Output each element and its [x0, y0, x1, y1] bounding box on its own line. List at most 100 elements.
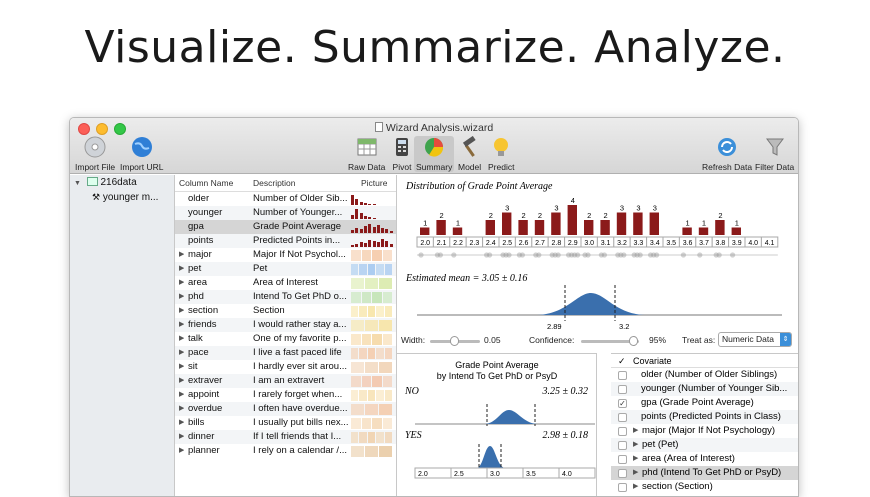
treat-as-select[interactable]: Numeric Data ⇕ [718, 332, 792, 347]
covariate-item[interactable]: ▶ phd (Intend To Get PhD or PsyD) [611, 466, 798, 480]
covariate-checkbox[interactable] [618, 427, 627, 436]
disclosure-icon[interactable]: ▶ [179, 416, 184, 430]
table-row[interactable]: gpa Grade Point Average [175, 220, 396, 234]
covariate-item[interactable]: older (Number of Older Siblings) [611, 368, 798, 382]
disclosure-icon[interactable]: ▶ [179, 262, 184, 276]
table-row[interactable]: ▶ area Area of Interest [175, 276, 396, 290]
disclosure-icon[interactable]: ▶ [633, 480, 638, 494]
axis-tick-label: 3.7 [699, 240, 709, 247]
histogram-bar [567, 205, 577, 235]
disclosure-icon[interactable]: ▶ [179, 346, 184, 360]
raw-data-button[interactable]: Raw Data [348, 136, 385, 172]
disclosure-icon[interactable]: ▶ [179, 374, 184, 388]
sparkline-thumbnail [351, 362, 395, 373]
disclosure-icon[interactable]: ▶ [633, 466, 638, 480]
table-row[interactable]: ▶ phd Intend To Get PhD o... [175, 290, 396, 304]
table-row[interactable]: ▶ appoint I rarely forget when... [175, 388, 396, 402]
header-picture[interactable]: Picture [361, 175, 387, 192]
table-row[interactable]: ▶ overdue I often have overdue... [175, 402, 396, 416]
confidence-slider-thumb[interactable] [629, 336, 638, 346]
table-row[interactable]: ▶ pace I live a fast paced life [175, 346, 396, 360]
table-row[interactable]: ▶ sit I hardly ever sit arou... [175, 360, 396, 374]
sparkline-thumbnail [351, 432, 395, 443]
disclosure-icon[interactable]: ▶ [179, 332, 184, 346]
refresh-data-button[interactable]: Refresh Data [702, 136, 752, 172]
table-row[interactable]: younger Number of Younger... [175, 206, 396, 220]
disclosure-icon[interactable]: ▶ [633, 452, 638, 466]
controls-bar: Width: 0.05 Confidence: 95% Treat as: Nu… [397, 332, 798, 350]
disclosure-icon[interactable]: ▶ [179, 360, 184, 374]
predict-button[interactable]: Predict [488, 136, 514, 172]
split-axis-tick-label: 3.0 [490, 471, 500, 478]
sparkline-thumbnail [351, 222, 395, 233]
histogram-bar [633, 212, 643, 235]
covariate-checkbox[interactable] [618, 455, 627, 464]
import-url-label: Import URL [120, 162, 164, 172]
import-file-button[interactable]: Import File [75, 136, 115, 172]
covariate-item[interactable]: ✓ gpa (Grade Point Average) [611, 396, 798, 410]
table-row[interactable]: ▶ pet Pet [175, 262, 396, 276]
disclosure-icon[interactable]: ▶ [179, 430, 184, 444]
table-row[interactable]: ▶ talk One of my favorite p... [175, 332, 396, 346]
pivot-button[interactable]: Pivot [391, 136, 413, 172]
disclosure-icon[interactable]: ▶ [179, 276, 184, 290]
disclosure-icon[interactable]: ▶ [179, 388, 184, 402]
table-row[interactable]: older Number of Older Sib... [175, 192, 396, 206]
bar-count-label: 2 [587, 211, 591, 220]
covariate-checkbox[interactable] [618, 413, 627, 422]
sparkline-thumbnail [351, 236, 395, 247]
covariate-item[interactable]: ▶ area (Area of Interest) [611, 452, 798, 466]
disclosure-icon[interactable]: ▶ [179, 318, 184, 332]
confidence-slider[interactable] [581, 336, 639, 346]
histogram-bar [502, 212, 512, 235]
disclosure-icon[interactable]: ▶ [633, 424, 638, 438]
disclosure-open-icon[interactable]: ▼ [74, 180, 81, 187]
column-name-cell: points [188, 235, 214, 246]
covariate-item[interactable]: ▶ pet (Pet) [611, 438, 798, 452]
covariate-item[interactable]: younger (Number of Younger Sib... [611, 382, 798, 396]
disclosure-icon[interactable]: ▶ [179, 248, 184, 262]
description-cell: Section [253, 305, 285, 316]
width-slider[interactable] [430, 336, 480, 346]
header-column-name[interactable]: Column Name [179, 175, 233, 192]
sidebar-dataset[interactable]: ▼ 216data [70, 176, 174, 190]
disclosure-icon[interactable]: ▶ [179, 304, 184, 318]
disclosure-icon[interactable]: ▶ [179, 290, 184, 304]
group-yes-density: 2.0 2.5 3.0 3.5 4.0 [414, 444, 596, 479]
covariate-header-label[interactable]: Covariate [633, 354, 672, 368]
columns-table: Column Name Description Picture older Num… [175, 175, 397, 496]
covariate-item[interactable]: ▶ section (Section) [611, 480, 798, 494]
covariate-checkbox[interactable] [618, 371, 627, 380]
width-slider-thumb[interactable] [450, 336, 459, 346]
table-row[interactable]: ▶ bills I usually put bills nex... [175, 416, 396, 430]
disclosure-icon[interactable]: ▶ [179, 402, 184, 416]
table-row[interactable]: ▶ major Major If Not Psychol... [175, 248, 396, 262]
covariate-item[interactable]: ▶ major (Major If Not Psychology) [611, 424, 798, 438]
sparkline-bar [389, 231, 393, 233]
sidebar-item-analysis[interactable]: ⚒ younger m... [70, 190, 174, 204]
sparkline-segment [379, 320, 392, 331]
covariate-item[interactable]: points (Predicted Points in Class) [611, 410, 798, 424]
covariate-checkbox[interactable] [618, 385, 627, 394]
covariate-checkbox[interactable] [618, 441, 627, 450]
model-button[interactable]: Model [458, 135, 481, 172]
table-row[interactable]: ▶ friends I would rather stay a... [175, 318, 396, 332]
summary-button[interactable]: Summary [414, 136, 455, 172]
table-row[interactable]: ▶ section Section [175, 304, 396, 318]
import-url-button[interactable]: Import URL [120, 136, 163, 172]
header-description[interactable]: Description [253, 175, 296, 192]
pie-chart-icon [425, 138, 444, 157]
covariate-checkbox[interactable] [618, 483, 627, 492]
table-row[interactable]: ▶ dinner If I tell friends that I... [175, 430, 396, 444]
axis-tick-label: 3.2 [617, 240, 627, 247]
covariate-checkbox[interactable] [618, 469, 627, 478]
rug-point [575, 252, 581, 258]
table-row[interactable]: points Predicted Points in... [175, 234, 396, 248]
table-row[interactable]: ▶ planner I rely on a calendar /... [175, 444, 396, 458]
bar-count-label: 1 [423, 219, 427, 228]
table-row[interactable]: ▶ extraver I am an extravert [175, 374, 396, 388]
filter-data-button[interactable]: Filter Data [755, 136, 794, 172]
disclosure-icon[interactable]: ▶ [633, 438, 638, 452]
covariate-checkbox[interactable]: ✓ [618, 399, 627, 408]
disclosure-icon[interactable]: ▶ [179, 444, 184, 458]
